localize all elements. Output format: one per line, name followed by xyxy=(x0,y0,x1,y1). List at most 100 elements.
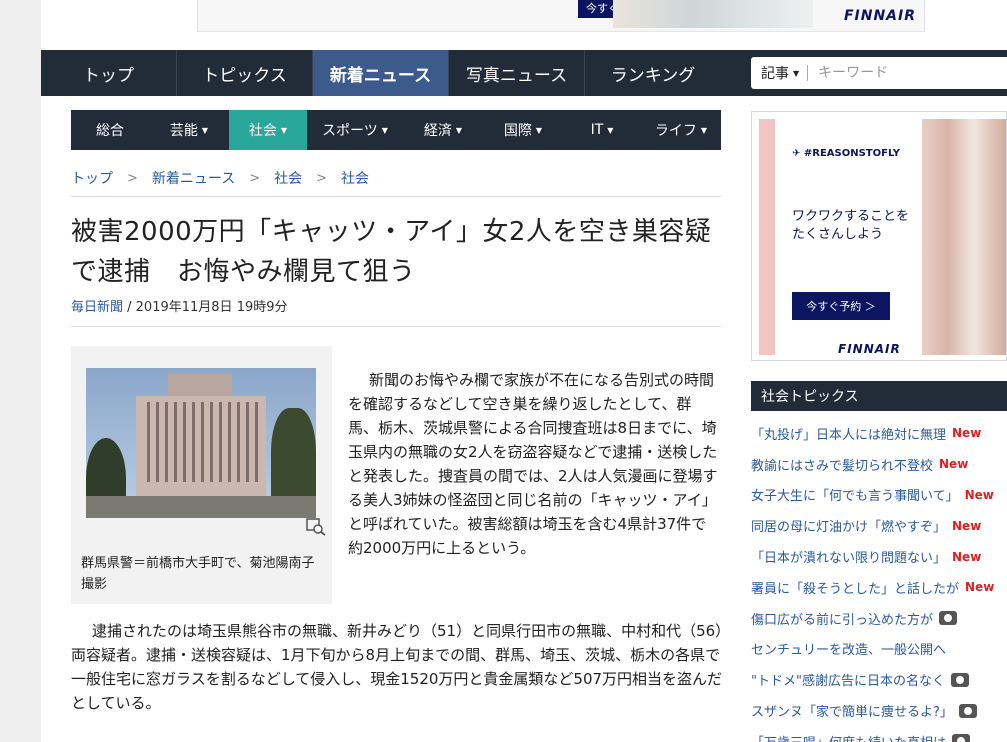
camera-icon xyxy=(950,672,969,687)
search-input[interactable] xyxy=(818,65,979,81)
category-tab-label: 国際 xyxy=(503,123,532,139)
search-scope-label: 記事 xyxy=(761,66,789,82)
sidebar-ad[interactable]: ✈ #REASONSTOFLY ワクワクすることを たくさんしよう 今すぐ予約 … xyxy=(751,111,1007,361)
search-divider xyxy=(807,65,809,81)
topic-item[interactable]: スザンヌ「家で簡単に痩せるよ?」 xyxy=(751,695,1007,726)
topic-item[interactable]: センチュリーを改造、一般公開へ xyxy=(751,634,1007,665)
category-tab-economy[interactable]: 経済 ▼ xyxy=(403,110,483,150)
main-tab-top[interactable]: トップ xyxy=(41,50,177,96)
article-source-link[interactable]: 毎日新聞 xyxy=(71,300,123,315)
category-tab-international[interactable]: 国際 ▼ xyxy=(483,110,563,150)
article-meta: 毎日新聞 / 2019年11月8日 19時9分 xyxy=(71,296,288,315)
category-tab-general[interactable]: 総合 xyxy=(71,110,149,150)
photo-caption: 群馬県警＝前橋市大手町で、菊池陽南子撮影 xyxy=(81,556,315,592)
article-paragraph: 新聞のお悔やみ欄で家族が不在になる告別式の時間を確認するなどして空き巣を繰り返し… xyxy=(348,371,718,557)
search-scope-select[interactable]: 記事 ▼ xyxy=(751,63,799,83)
ad-photo xyxy=(613,0,813,28)
category-tab-label: 総合 xyxy=(96,123,124,139)
topic-link[interactable]: 「日本が潰れない限り問題ない」 xyxy=(751,547,946,566)
new-badge: New xyxy=(952,426,982,441)
caret-down-icon: ▼ xyxy=(381,125,388,135)
topic-link[interactable]: 教諭にはさみで髪切られ不登校 xyxy=(751,455,933,474)
caret-down-icon: ▼ xyxy=(535,125,543,135)
topic-link[interactable]: センチュリーを改造、一般公開へ xyxy=(751,639,946,658)
article-title: 被害2000万円「キャッツ・アイ」女2人を空き巣容疑で逮捕 お悔やみ欄見て狙う xyxy=(71,217,712,287)
caret-down-icon: ▼ xyxy=(455,125,463,135)
topic-item[interactable]: 「丸投げ」日本人には絶対に無理 New xyxy=(751,418,1007,449)
topic-link[interactable]: 女子大生に「何でも言う事聞いて」 xyxy=(751,485,959,504)
chevron-right-icon: > xyxy=(249,170,261,186)
ad-cta-button[interactable]: 今すぐ予約 ＞ xyxy=(792,292,890,320)
topic-item[interactable]: 女子大生に「何でも言う事聞いて」 New xyxy=(751,480,1007,511)
photo-building-windows xyxy=(141,402,261,482)
ad-hashtag: ✈ #REASONSTOFLY xyxy=(792,148,900,159)
topic-link[interactable]: 「丸投げ」日本人には絶対に無理 xyxy=(751,424,946,443)
topic-list: 「丸投げ」日本人には絶対に無理 New 教諭にはさみで髪切られ不登校 New 女子大… xyxy=(751,418,1007,742)
ad-brand-logo: FINNAIR xyxy=(838,342,901,356)
breadcrumb: トップ > 新着ニュース > 社会 > 社会 xyxy=(71,168,369,188)
divider xyxy=(71,196,721,197)
topic-item[interactable]: 教諭にはさみで髪切られ不登校 New xyxy=(751,449,1007,480)
article-date: / 2019年11月8日 19時9分 xyxy=(123,300,288,315)
category-tab-it[interactable]: IT ▼ xyxy=(563,110,641,150)
ad-photo xyxy=(922,119,1006,355)
new-badge: New xyxy=(952,518,982,533)
breadcrumb-link-latest[interactable]: 新着ニュース xyxy=(152,168,235,188)
caret-down-icon: ▼ xyxy=(201,125,209,135)
category-tab-label: ライフ xyxy=(654,123,697,139)
category-tab-label: スポーツ xyxy=(322,123,378,139)
ad-brand-logo: FINNAIR xyxy=(843,8,916,24)
enlarge-image-icon[interactable] xyxy=(306,518,326,536)
new-badge: New xyxy=(952,549,982,564)
camera-icon xyxy=(952,734,971,742)
caret-down-icon: ▼ xyxy=(607,125,614,135)
camera-icon xyxy=(939,611,958,626)
topic-item[interactable]: 「日本が潰れない限り問題ない」 New xyxy=(751,541,1007,572)
top-ad-banner[interactable]: 今すぐ予約 ＞ FINNAIR xyxy=(197,0,925,32)
main-tab-photo-news[interactable]: 写真ニュース xyxy=(449,50,585,96)
new-badge: New xyxy=(964,487,994,502)
topic-item[interactable]: 署員に「殺そうとした」と話したが New xyxy=(751,572,1007,603)
category-tab-label: IT xyxy=(590,122,604,138)
topic-link[interactable]: スザンヌ「家で簡単に痩せるよ?」 xyxy=(751,701,953,720)
caret-down-icon: ▼ xyxy=(280,125,288,135)
category-tab-label: 社会 xyxy=(248,123,277,139)
page-gutter xyxy=(0,0,41,742)
category-tab-label: 経済 xyxy=(423,123,452,139)
chevron-down-icon: ▼ xyxy=(793,68,800,78)
category-tab-society[interactable]: 社会 ▼ xyxy=(229,110,307,150)
camera-icon xyxy=(958,703,977,718)
topic-link[interactable]: 「万歳三唱」何度も続いた真相は xyxy=(751,732,946,742)
divider xyxy=(71,326,721,327)
breadcrumb-link-society-sub[interactable]: 社会 xyxy=(341,168,369,188)
caret-down-icon: ▼ xyxy=(700,125,708,135)
breadcrumb-link-top[interactable]: トップ xyxy=(71,168,113,188)
main-tab-topics[interactable]: トピックス xyxy=(177,50,313,96)
topic-item[interactable]: "トドメ"感謝広告に日本の名なく xyxy=(751,664,1007,695)
ad-copy: ワクワクすることを たくさんしよう xyxy=(792,209,910,242)
category-tab-label: 芸能 xyxy=(169,123,198,139)
photo-ground xyxy=(86,496,316,518)
topic-item[interactable]: 「万歳三唱」何度も続いた真相は xyxy=(751,726,1007,742)
category-tab-sports[interactable]: スポーツ ▼ xyxy=(307,110,403,150)
category-tab-life[interactable]: ライフ ▼ xyxy=(641,110,721,150)
ad-stripe xyxy=(759,119,775,355)
article-photo[interactable] xyxy=(86,368,316,518)
breadcrumb-link-society[interactable]: 社会 xyxy=(274,168,302,188)
topic-link[interactable]: 傷口広がる前に引っ込めた方が xyxy=(751,609,933,628)
search-box: 記事 ▼ xyxy=(751,57,1007,89)
sidebar-heading: 社会トピックス xyxy=(751,381,1007,411)
main-tab-ranking[interactable]: ランキング xyxy=(585,50,721,96)
topic-item[interactable]: 傷口広がる前に引っ込めた方が xyxy=(751,603,1007,634)
topic-link[interactable]: 同居の母に灯油かけ「燃やすぞ」 xyxy=(751,516,946,535)
chevron-right-icon: > xyxy=(127,170,138,186)
topic-link[interactable]: 署員に「殺そうとした」と話したが xyxy=(751,578,959,597)
category-nav: 総合 芸能 ▼ 社会 ▼ スポーツ ▼ 経済 ▼ 国際 ▼ IT ▼ ライフ ▼ xyxy=(71,110,721,150)
topic-link[interactable]: "トドメ"感謝広告に日本の名なく xyxy=(751,670,945,689)
category-tab-entertainment[interactable]: 芸能 ▼ xyxy=(149,110,229,150)
main-tab-latest-news[interactable]: 新着ニュース xyxy=(313,50,449,96)
topic-item[interactable]: 同居の母に灯油かけ「燃やすぞ」 New xyxy=(751,510,1007,541)
new-badge: New xyxy=(965,580,995,595)
article-paragraph: 逮捕されたのは埼玉県熊谷市の無職、新井みどり（51）と同県行田市の無職、中村和代… xyxy=(71,622,723,712)
new-badge: New xyxy=(939,457,969,472)
